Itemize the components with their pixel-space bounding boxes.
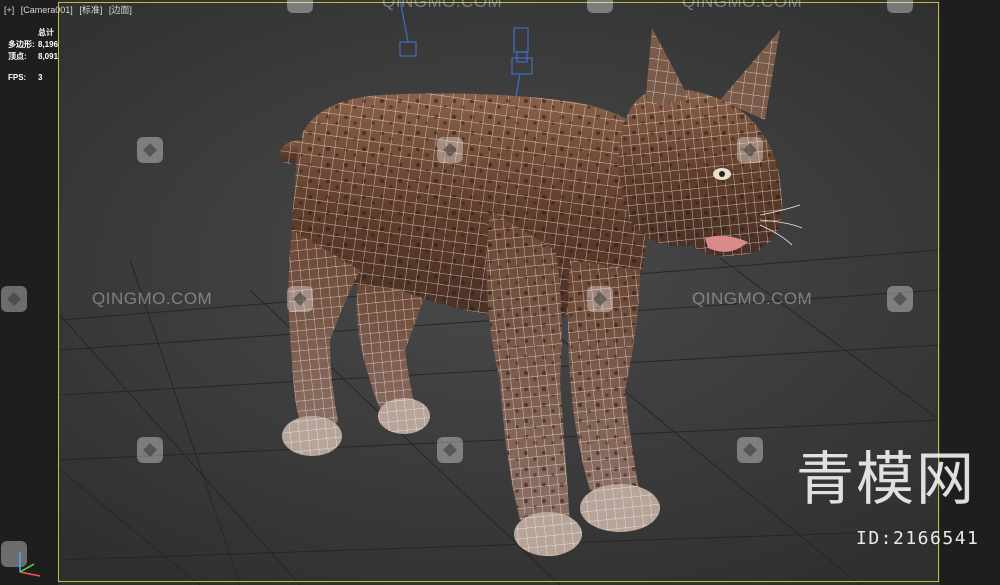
stats-polygons-value: 8,196 <box>38 40 59 49</box>
watermark-text: QINGMO.COM <box>92 289 213 308</box>
viewport-label-menu[interactable]: [+] [Camera001] [标准] [边面] <box>4 3 136 16</box>
qingmo-logo-icon <box>137 137 163 163</box>
qingmo-logo-icon <box>737 137 763 163</box>
3d-viewport[interactable]: [+] [Camera001] [标准] [边面] 总计 多边形: 8,196 … <box>0 0 1000 585</box>
stats-fps-value: 3 <box>38 73 43 82</box>
qingmo-logo-icon <box>887 286 913 312</box>
qingmo-logo-icon <box>1 286 27 312</box>
stats-vertices-label: 顶点: <box>8 52 27 61</box>
watermark-text: QINGMO.COM <box>692 289 813 308</box>
viewport-shading-menu[interactable]: [标准] <box>79 5 102 15</box>
stats-vertices-value: 8,091 <box>38 52 59 61</box>
viewport-plus-menu[interactable]: [+] <box>4 5 14 15</box>
viewport-display-menu[interactable]: [边面] <box>109 5 132 15</box>
qingmo-logo-icon <box>587 286 613 312</box>
stats-total-label: 总计 <box>38 28 54 37</box>
brand-logo-text: 青模网 <box>796 445 977 513</box>
qingmo-logo-icon <box>437 137 463 163</box>
qingmo-logo-icon <box>737 437 763 463</box>
watermark-text: QINGMO.COM <box>382 0 503 11</box>
qingmo-logo-icon <box>887 0 913 13</box>
axis-gizmo-icon <box>19 552 41 577</box>
qingmo-logo-icon <box>587 0 613 13</box>
viewport-camera-menu[interactable]: [Camera001] <box>21 5 73 15</box>
stats-fps-label: FPS: <box>8 73 27 82</box>
stats-row: 顶点: 8,091 <box>8 51 58 63</box>
qingmo-logo-icon <box>137 437 163 463</box>
stats-row: 多边形: 8,196 <box>8 39 58 51</box>
qingmo-logo-icon <box>287 286 313 312</box>
stats-polygons-label: 多边形: <box>8 40 35 49</box>
qingmo-logo-icon <box>287 0 313 13</box>
qingmo-logo-icon <box>437 437 463 463</box>
viewport-statistics: 总计 多边形: 8,196 顶点: 8,091 FPS: 3 <box>8 27 58 84</box>
stats-fps-row: FPS: 3 <box>8 72 58 84</box>
watermark-text: QINGMO.COM <box>682 0 803 11</box>
model-id-text: ID:2166541 <box>856 528 980 549</box>
